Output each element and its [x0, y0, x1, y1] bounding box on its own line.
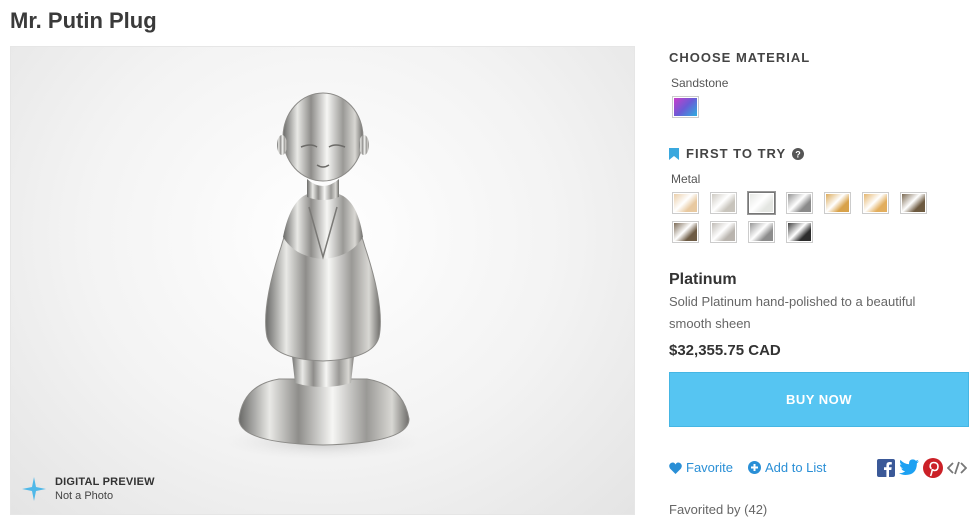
facebook-icon[interactable] [877, 458, 895, 477]
sandstone-swatch[interactable] [672, 96, 699, 118]
first-to-try-label: FIRST TO TRY [686, 146, 787, 161]
embed-code-icon[interactable] [947, 460, 967, 476]
digital-preview-badge: DIGITAL PREVIEW Not a Photo [21, 476, 155, 502]
material-description: Solid Platinum hand-polished to a beauti… [669, 294, 916, 331]
favorite-label: Favorite [686, 460, 733, 475]
product-preview[interactable]: DIGITAL PREVIEW Not a Photo [10, 46, 635, 515]
product-actions: Favorite Add to List [669, 457, 969, 478]
sparkle-icon [22, 477, 46, 501]
first-to-try-heading: FIRST TO TRY ? [669, 146, 805, 161]
metal-swatch-8[interactable] [672, 221, 699, 243]
price: $32,355.75 CAD [669, 342, 781, 359]
buy-now-button[interactable]: BUY NOW [669, 372, 969, 427]
metal-swatch-platinum[interactable] [748, 192, 775, 214]
metal-swatch-6[interactable] [862, 192, 889, 214]
plus-circle-icon [747, 461, 761, 474]
material-name: Platinum [669, 271, 737, 288]
choose-material-heading: CHOOSE MATERIAL [669, 50, 811, 65]
metal-swatch-9[interactable] [710, 221, 737, 243]
metal-label: Metal [671, 172, 701, 186]
metal-swatch-10[interactable] [748, 221, 775, 243]
add-to-list-label: Add to List [764, 460, 827, 475]
not-a-photo-label: Not a Photo [55, 490, 114, 502]
product-title: Mr. Putin Plug [10, 8, 157, 33]
metal-swatch-4[interactable] [786, 192, 813, 214]
help-icon[interactable]: ? [792, 147, 805, 160]
share-icons [873, 457, 967, 478]
metal-swatch-2[interactable] [710, 192, 737, 214]
svg-text:?: ? [795, 149, 801, 159]
digital-preview-label: DIGITAL PREVIEW [55, 476, 155, 488]
product-render-image [223, 92, 423, 460]
metal-swatch-1[interactable] [672, 192, 699, 214]
bookmark-icon [669, 147, 679, 160]
metal-swatch-7[interactable] [900, 192, 927, 214]
metal-swatch-5[interactable] [824, 192, 851, 214]
twitter-icon[interactable] [899, 458, 919, 477]
heart-icon [669, 462, 682, 474]
favorite-link[interactable]: Favorite [669, 460, 733, 475]
add-to-list-link[interactable]: Add to List [747, 460, 827, 475]
favorited-by-count[interactable]: Favorited by (42) [669, 502, 767, 517]
metal-swatch-11[interactable] [786, 221, 813, 243]
sandstone-label: Sandstone [671, 76, 729, 90]
pinterest-icon[interactable] [923, 457, 943, 478]
